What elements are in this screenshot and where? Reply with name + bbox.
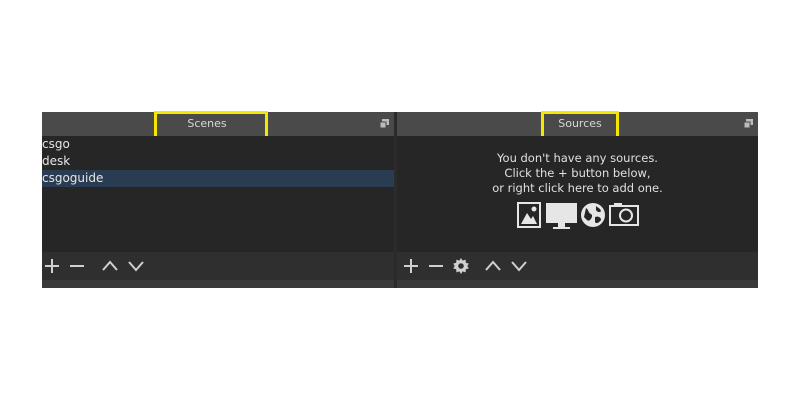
sources-empty-message: You don't have any sources. Click the + … [397,151,758,196]
undock-icon[interactable] [380,119,389,128]
undock-icon[interactable] [744,119,753,128]
camera-icon [609,203,639,226]
sources-list[interactable]: You don't have any sources. Click the + … [397,136,758,252]
scenes-toolbar [42,252,394,280]
scene-item[interactable]: desk [42,153,394,170]
obs-dock-area: Scenes csgo desk csgoguide Sources You d… [42,111,758,288]
gear-icon[interactable] [451,256,471,276]
move-down-icon[interactable] [509,256,529,276]
sources-panel: Sources You don't have any sources. Clic… [397,111,758,288]
empty-message-line: Click the + button below, [504,166,651,180]
remove-icon[interactable] [67,256,87,276]
add-icon[interactable] [42,256,62,276]
image-icon [517,202,541,228]
display-capture-icon [546,203,577,229]
scenes-bottom-strip [42,280,394,288]
sources-bottom-strip [397,280,758,288]
scenes-panel: Scenes csgo desk csgoguide [42,111,394,288]
scene-item-selected[interactable]: csgoguide [42,170,394,187]
sources-header[interactable]: Sources [397,111,758,141]
empty-message-line: or right click here to add one. [492,181,663,195]
scenes-list[interactable]: csgo desk csgoguide [42,136,394,252]
add-icon[interactable] [401,256,421,276]
move-up-icon[interactable] [100,256,120,276]
move-down-icon[interactable] [126,256,146,276]
scenes-header[interactable]: Scenes [42,111,394,141]
scene-item[interactable]: csgo [42,136,394,153]
sources-toolbar [397,252,758,280]
empty-message-line: You don't have any sources. [497,151,658,165]
browser-globe-icon [581,203,605,227]
move-up-icon[interactable] [483,256,503,276]
remove-icon[interactable] [426,256,446,276]
